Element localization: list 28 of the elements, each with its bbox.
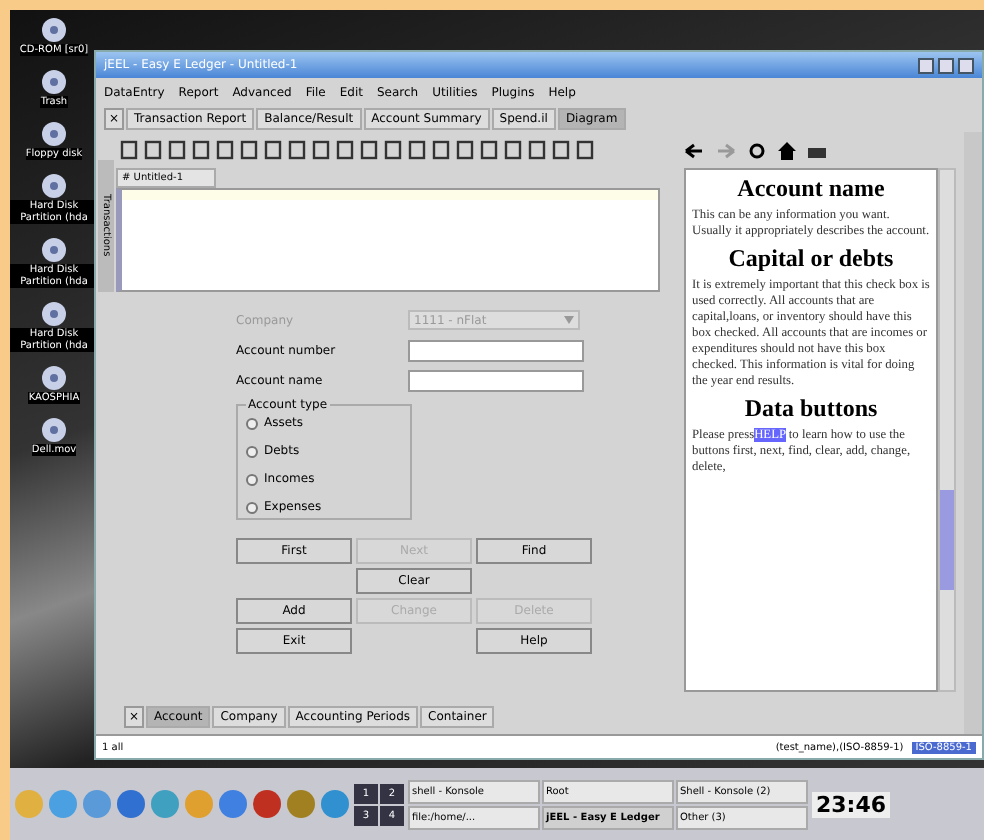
help-heading: Capital or debts	[726, 244, 896, 274]
drive-icon[interactable]	[38, 416, 70, 444]
drive-icon[interactable]	[38, 68, 70, 96]
scrollbar[interactable]	[938, 168, 956, 692]
help-heading: Account name	[735, 174, 887, 204]
radio-button[interactable]	[246, 445, 258, 457]
clock: 23:46	[812, 791, 891, 817]
back-arrow-icon[interactable]	[684, 141, 704, 159]
radio-button[interactable]	[246, 501, 258, 513]
drive-icon[interactable]	[38, 236, 70, 264]
text-field[interactable]	[408, 369, 584, 391]
radio-button[interactable]	[246, 473, 258, 485]
drive-icon[interactable]	[38, 172, 70, 200]
drive-icon[interactable]	[38, 120, 70, 148]
minimize-button[interactable]	[918, 57, 934, 73]
radio-button[interactable]	[246, 417, 258, 429]
home-icon[interactable]	[778, 141, 796, 159]
drive-icon[interactable]	[38, 364, 70, 392]
square-icon[interactable]	[432, 140, 450, 160]
text-field[interactable]	[408, 339, 584, 361]
help-heading: Data buttons	[742, 394, 880, 424]
maximize-button[interactable]	[938, 57, 954, 73]
drive-icon[interactable]	[38, 300, 70, 328]
drive-icon[interactable]	[38, 16, 70, 44]
launcher-icon[interactable]	[252, 788, 282, 820]
text-editor[interactable]	[116, 188, 660, 292]
launcher-icon[interactable]	[116, 788, 146, 820]
close-button[interactable]	[958, 57, 974, 73]
